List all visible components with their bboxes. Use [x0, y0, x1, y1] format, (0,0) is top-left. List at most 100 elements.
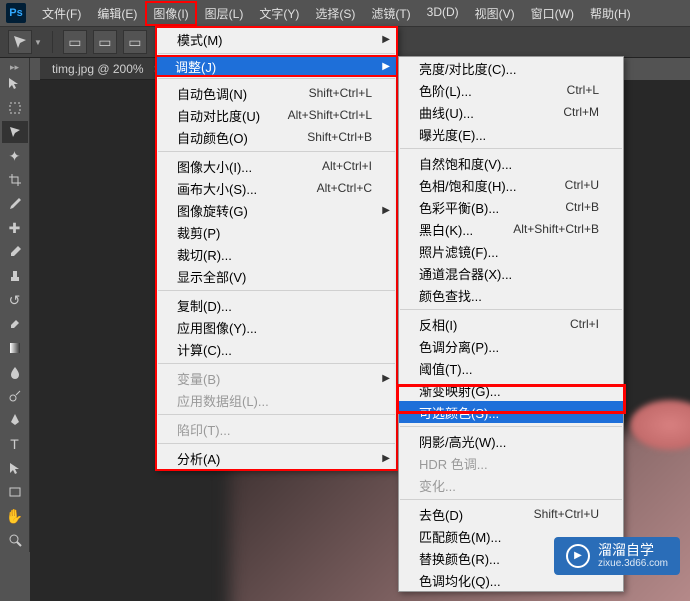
menu-item[interactable]: 图像旋转(G)▶	[157, 199, 396, 221]
menu-item[interactable]: 阴影/高光(W)...	[399, 430, 623, 452]
menu-item[interactable]: 色相/饱和度(H)...Ctrl+U	[399, 174, 623, 196]
hand-tool[interactable]: ✋	[2, 505, 28, 527]
menu-item[interactable]: 颜色查找...	[399, 284, 623, 306]
menu-滤镜[interactable]: 滤镜(T)	[363, 1, 418, 26]
menu-图层[interactable]: 图层(L)	[197, 1, 252, 26]
menu-item-label: 颜色查找...	[419, 286, 482, 305]
menu-separator	[400, 426, 622, 427]
menu-item[interactable]: 去色(D)Shift+Ctrl+U	[399, 503, 623, 525]
menu-item[interactable]: 调整(J)▶	[155, 55, 398, 77]
menu-item[interactable]: 色彩平衡(B)...Ctrl+B	[399, 196, 623, 218]
new-selection-icon[interactable]: ▭	[63, 30, 87, 54]
menu-item-label: 亮度/对比度(C)...	[419, 59, 517, 78]
menu-item[interactable]: 色阶(L)...Ctrl+L	[399, 79, 623, 101]
blur-tool[interactable]	[2, 361, 28, 383]
rectangle-tool[interactable]	[2, 481, 28, 503]
history-brush-tool[interactable]: ↺	[2, 289, 28, 311]
eyedropper-tool[interactable]	[2, 193, 28, 215]
menu-item[interactable]: 分析(A)▶	[157, 447, 396, 469]
menu-item-label: 自然饱和度(V)...	[419, 154, 512, 173]
menu-item[interactable]: 计算(C)...	[157, 338, 396, 360]
menu-item[interactable]: 裁切(R)...	[157, 243, 396, 265]
menu-文件[interactable]: 文件(F)	[34, 1, 89, 26]
menu-item[interactable]: 渐变映射(G)...	[399, 379, 623, 401]
menu-item[interactable]: 复制(D)...	[157, 294, 396, 316]
menu-图像[interactable]: 图像(I)	[145, 1, 196, 26]
menu-item[interactable]: 可选颜色(S)...	[399, 401, 623, 423]
menu-item-label: 渐变映射(G)...	[419, 381, 501, 400]
menu-item-label: 复制(D)...	[177, 296, 232, 315]
move-tool[interactable]	[2, 73, 28, 95]
menu-item: 陷印(T)...	[157, 418, 396, 440]
menu-item[interactable]: 曝光度(E)...	[399, 123, 623, 145]
menu-item[interactable]: 自动对比度(U)Alt+Shift+Ctrl+L	[157, 104, 396, 126]
menu-separator	[400, 309, 622, 310]
menu-item[interactable]: 曲线(U)...Ctrl+M	[399, 101, 623, 123]
menu-item[interactable]: 模式(M)▶	[157, 28, 396, 50]
subtract-selection-icon[interactable]: ▭	[123, 30, 147, 54]
menu-item-shortcut: Ctrl+U	[565, 178, 599, 192]
menu-item[interactable]: 通道混合器(X)...	[399, 262, 623, 284]
gradient-tool[interactable]	[2, 337, 28, 359]
menu-item[interactable]: 图像大小(I)...Alt+Ctrl+I	[157, 155, 396, 177]
menu-item-label: 模式(M)	[177, 30, 223, 49]
submenu-arrow-icon: ▶	[382, 61, 390, 72]
menu-separator	[158, 151, 395, 152]
menu-item[interactable]: 自动色调(N)Shift+Ctrl+L	[157, 82, 396, 104]
quick-select-tool[interactable]	[2, 121, 28, 143]
image-menu: 模式(M)▶调整(J)▶自动色调(N)Shift+Ctrl+L自动对比度(U)A…	[155, 26, 398, 471]
menu-item-label: HDR 色调...	[419, 454, 488, 473]
menu-item-shortcut: Alt+Ctrl+C	[317, 181, 372, 195]
magic-wand-tool[interactable]: ✦	[2, 145, 28, 167]
adjustments-submenu: 亮度/对比度(C)...色阶(L)...Ctrl+L曲线(U)...Ctrl+M…	[398, 56, 624, 592]
crop-tool[interactable]	[2, 169, 28, 191]
panel-collapse-icon[interactable]: ▸▸	[0, 62, 29, 72]
menu-item-label: 裁剪(P)	[177, 223, 220, 242]
tool-preset[interactable]: ▼	[8, 30, 42, 54]
path-select-tool[interactable]	[2, 457, 28, 479]
menu-视图[interactable]: 视图(V)	[467, 1, 523, 26]
menu-separator	[158, 414, 395, 415]
menu-item[interactable]: 阈值(T)...	[399, 357, 623, 379]
menu-编辑[interactable]: 编辑(E)	[89, 1, 145, 26]
menu-3d[interactable]: 3D(D)	[419, 1, 467, 26]
submenu-arrow-icon: ▶	[382, 373, 390, 384]
brush-tool[interactable]	[2, 241, 28, 263]
type-tool[interactable]: T	[2, 433, 28, 455]
menu-帮助[interactable]: 帮助(H)	[582, 1, 639, 26]
menu-item-shortcut: Ctrl+L	[567, 83, 599, 97]
dodge-tool[interactable]	[2, 385, 28, 407]
menu-item[interactable]: 画布大小(S)...Alt+Ctrl+C	[157, 177, 396, 199]
menu-item: 变量(B)▶	[157, 367, 396, 389]
menu-文字[interactable]: 文字(Y)	[251, 1, 307, 26]
menu-item[interactable]: 色调分离(P)...	[399, 335, 623, 357]
add-selection-icon[interactable]: ▭	[93, 30, 117, 54]
submenu-arrow-icon: ▶	[382, 205, 390, 216]
menu-item[interactable]: 反相(I)Ctrl+I	[399, 313, 623, 335]
zoom-tool[interactable]	[2, 529, 28, 551]
document-tab[interactable]: timg.jpg @ 200% ×	[40, 58, 173, 80]
menu-item[interactable]: 自动颜色(O)Shift+Ctrl+B	[157, 126, 396, 148]
menu-窗口[interactable]: 窗口(W)	[523, 1, 582, 26]
menu-选择[interactable]: 选择(S)	[307, 1, 363, 26]
menu-item-label: 黑白(K)...	[419, 220, 473, 239]
clone-stamp-tool[interactable]	[2, 265, 28, 287]
menu-item[interactable]: 照片滤镜(F)...	[399, 240, 623, 262]
pen-tool[interactable]	[2, 409, 28, 431]
menu-item-label: 色彩平衡(B)...	[419, 198, 499, 217]
menu-item[interactable]: 自然饱和度(V)...	[399, 152, 623, 174]
menu-separator	[400, 499, 622, 500]
healing-brush-tool[interactable]: ✚	[2, 217, 28, 239]
menu-item[interactable]: 黑白(K)...Alt+Shift+Ctrl+B	[399, 218, 623, 240]
menu-item-label: 阈值(T)...	[419, 359, 472, 378]
menu-item[interactable]: 裁剪(P)	[157, 221, 396, 243]
marquee-tool[interactable]	[2, 97, 28, 119]
menu-item-label: 色调均化(Q)...	[419, 571, 501, 590]
eraser-tool[interactable]	[2, 313, 28, 335]
menu-item[interactable]: 显示全部(V)	[157, 265, 396, 287]
menu-item-label: 通道混合器(X)...	[419, 264, 512, 283]
chevron-down-icon: ▼	[34, 38, 42, 47]
menu-item[interactable]: 应用图像(Y)...	[157, 316, 396, 338]
menu-item[interactable]: 亮度/对比度(C)...	[399, 57, 623, 79]
app-logo: Ps	[6, 3, 26, 23]
